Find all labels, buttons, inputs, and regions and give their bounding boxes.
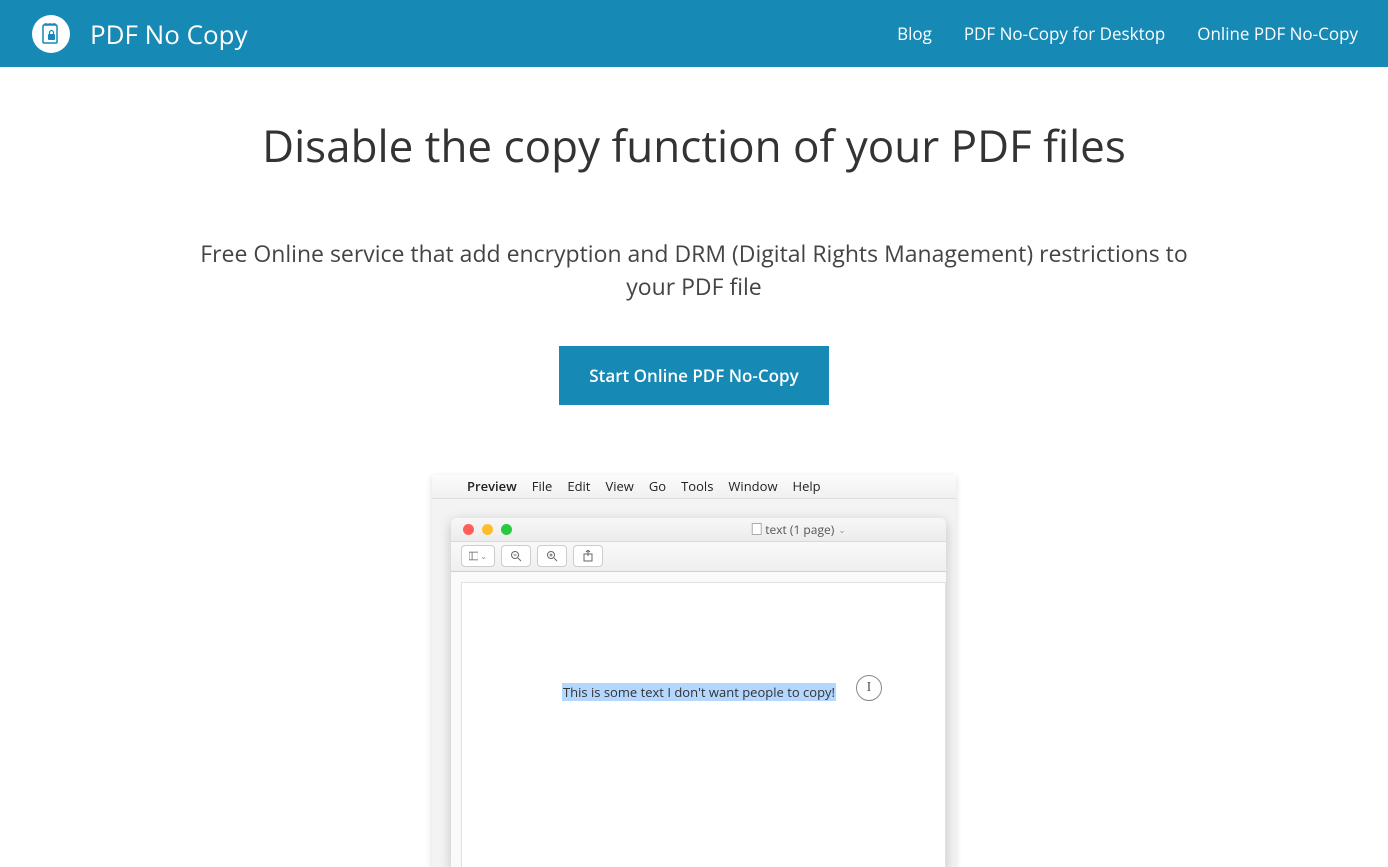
menu-window: Window	[728, 477, 777, 495]
menu-tools: Tools	[681, 477, 713, 495]
mac-menubar: Preview File Edit View Go Tools Window H…	[432, 475, 956, 499]
menu-help: Help	[793, 477, 821, 495]
main-header: PDF No Copy Blog PDF No-Copy for Desktop…	[0, 0, 1388, 67]
main-nav: Blog PDF No-Copy for Desktop Online PDF …	[897, 22, 1358, 45]
window-title-text: text (1 page)	[765, 521, 834, 538]
document-page: This is some text I don't want people to…	[461, 582, 946, 867]
preview-window: text (1 page) ⌄ ⌄	[451, 518, 946, 867]
zoom-out-icon	[501, 545, 531, 567]
nav-online[interactable]: Online PDF No-Copy	[1197, 22, 1358, 45]
brand-text: PDF No Copy	[90, 16, 248, 52]
window-title: text (1 page) ⌄	[751, 521, 846, 538]
preview-toolbar: ⌄	[451, 542, 946, 572]
selected-text: This is some text I don't want people to…	[562, 683, 836, 701]
page-title: Disable the copy function of your PDF fi…	[0, 115, 1388, 175]
nav-blog[interactable]: Blog	[897, 22, 932, 45]
menu-go: Go	[649, 477, 666, 495]
menu-view: View	[605, 477, 633, 495]
mac-desktop: Preview File Edit View Go Tools Window H…	[432, 475, 956, 867]
menu-file: File	[532, 477, 553, 495]
brand[interactable]: PDF No Copy	[32, 15, 248, 53]
demo-screenshot: Preview File Edit View Go Tools Window H…	[0, 475, 1388, 867]
page-subtitle: Free Online service that add encryption …	[184, 237, 1204, 304]
titlebar: text (1 page) ⌄	[451, 518, 946, 542]
menu-edit: Edit	[567, 477, 590, 495]
maximize-icon	[501, 524, 512, 535]
logo-icon	[32, 15, 70, 53]
document-viewport: This is some text I don't want people to…	[451, 572, 946, 867]
hero-section: Disable the copy function of your PDF fi…	[0, 67, 1388, 867]
sidebar-toggle-icon: ⌄	[461, 545, 495, 567]
menubar-app-name: Preview	[467, 477, 517, 495]
traffic-lights	[463, 524, 512, 535]
share-icon	[573, 545, 603, 567]
cursor-indicator-icon: I	[856, 675, 882, 701]
document-icon	[751, 523, 761, 535]
start-button[interactable]: Start Online PDF No-Copy	[559, 346, 828, 405]
nav-desktop[interactable]: PDF No-Copy for Desktop	[964, 22, 1165, 45]
zoom-in-icon	[537, 545, 567, 567]
minimize-icon	[482, 524, 493, 535]
chevron-down-icon: ⌄	[838, 523, 846, 536]
close-icon	[463, 524, 474, 535]
